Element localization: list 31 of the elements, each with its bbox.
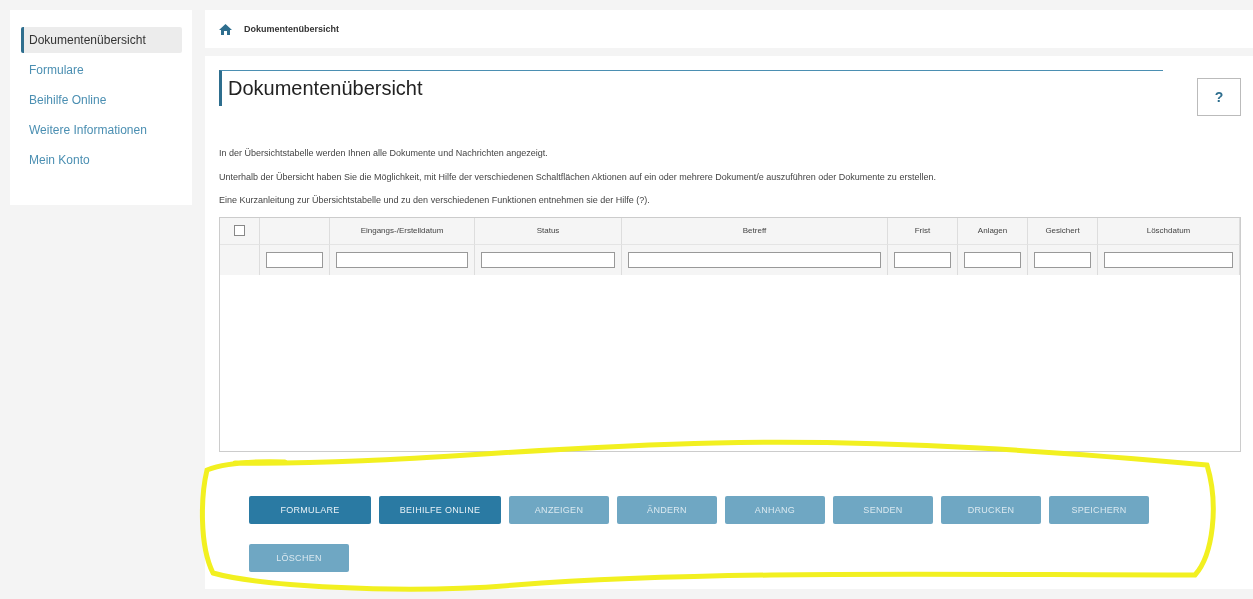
column-header[interactable]: Betreff [622, 217, 888, 245]
breadcrumb-text: Dokumentenübersicht [244, 24, 339, 34]
info-text: Eine Kurzanleitung zur Übersichtstabelle und zu den verschiedenen Funktionen entnehmen sie der Hilfe (?). [219, 194, 651, 207]
page-title: Dokumentenübersicht [219, 70, 1163, 106]
filter-field[interactable] [964, 251, 1021, 268]
filter-field[interactable] [1034, 251, 1091, 268]
column-header[interactable]: Frist [888, 217, 958, 245]
column-header[interactable] [260, 217, 330, 245]
sidebar-item[interactable]: Weitere Informationen [21, 117, 182, 143]
filter-field[interactable] [628, 251, 881, 268]
info-text: In der Übersichtstabelle werden Ihnen alle Dokumente und Nachrichten angezeigt. [219, 147, 549, 160]
sidebar-item[interactable]: Formulare [21, 57, 182, 83]
column-header[interactable]: Status [475, 217, 622, 245]
select-all-checkbox[interactable] [234, 225, 245, 236]
sidebar-item[interactable]: Mein Konto [21, 147, 182, 173]
column-header[interactable]: Eingangs-/Erstelldatum [330, 217, 475, 245]
filter-field[interactable] [336, 251, 468, 268]
filter-field[interactable] [266, 251, 323, 268]
column-header[interactable]: Löschdatum [1098, 217, 1240, 245]
home-icon[interactable] [219, 23, 232, 35]
action-button[interactable]: BEIHILFE ONLINE [379, 495, 501, 524]
sidebar-item[interactable]: Beihilfe Online [21, 87, 182, 113]
column-header[interactable]: Gesichert [1028, 217, 1098, 245]
filter-field[interactable] [1104, 251, 1233, 268]
help-button[interactable]: ? [1197, 78, 1241, 116]
filter-field[interactable] [894, 251, 951, 268]
info-text: Unterhalb der Übersicht haben Sie die Möglichkeit, mit Hilfe der verschiedenen Schaltflächen Aktionen auf ein oder mehrere Dokument/e auszuführen oder Dokumente zu erstellen. [219, 170, 937, 184]
sidebar-item[interactable]: Dokumentenübersicht [21, 27, 182, 53]
filter-field[interactable] [481, 251, 615, 268]
column-header[interactable]: Anlagen [958, 217, 1028, 245]
action-button[interactable]: FORMULARE [249, 495, 371, 524]
